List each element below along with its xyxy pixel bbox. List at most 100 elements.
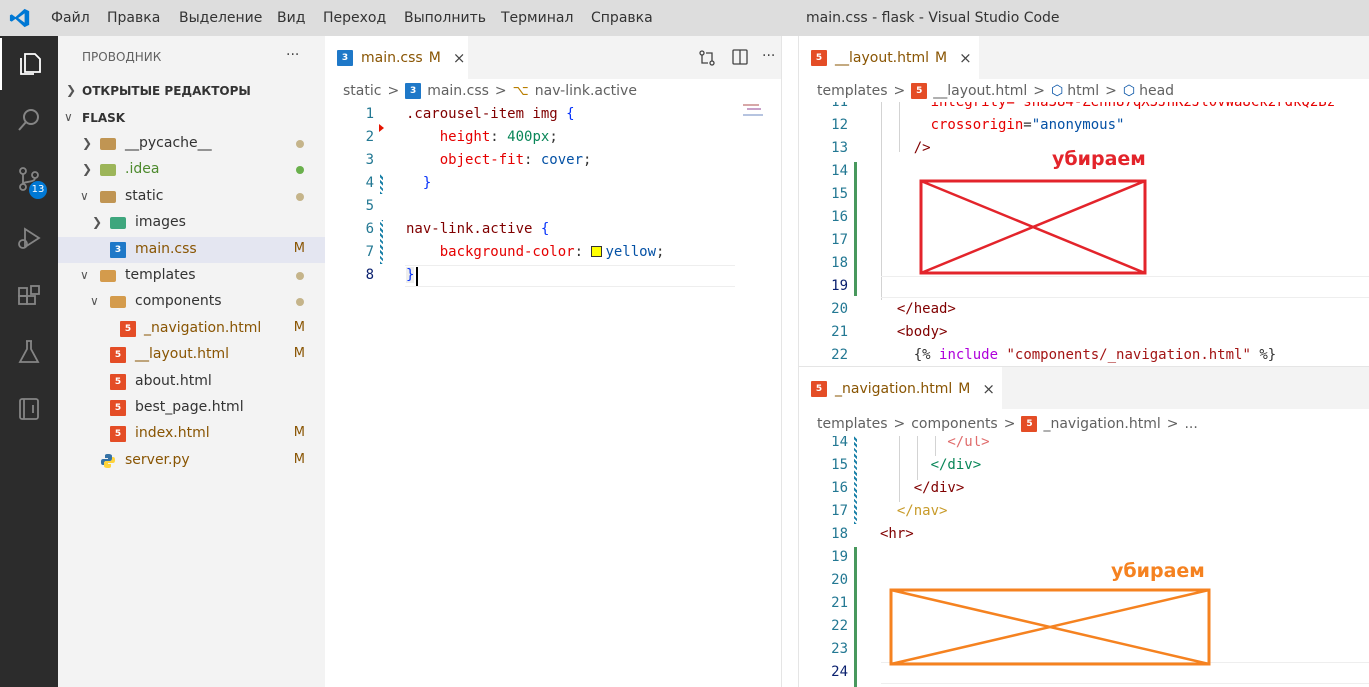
menu-selection[interactable]: Выделение — [179, 10, 262, 26]
navigation-editor[interactable]: 14 15 16 17 18 19 20 21 22 23 24 </ul> <… — [799, 436, 1369, 687]
crumb-item[interactable]: __layout.html — [933, 83, 1027, 99]
folder-icon — [100, 164, 116, 176]
symbol-class-icon: ⌥ — [512, 83, 529, 99]
close-icon[interactable]: × — [982, 380, 995, 398]
testing-icon[interactable] — [0, 326, 58, 378]
code-token: /> — [880, 140, 931, 156]
crumb-item[interactable]: static — [343, 83, 381, 99]
menu-help[interactable]: Справка — [591, 10, 653, 26]
extensions-icon[interactable] — [0, 271, 58, 323]
menu-edit[interactable]: Правка — [107, 10, 160, 26]
html-file-icon: 5 — [110, 347, 126, 363]
css-editor[interactable]: 1 2 3 4 5 6 7 8 .carousel-item img { hei… — [325, 102, 792, 687]
menu-view[interactable]: Вид — [277, 10, 305, 26]
tree-item-navigation-html[interactable]: 5 _navigation.html M — [58, 316, 325, 342]
close-icon[interactable]: × — [959, 49, 972, 67]
code-token: ; — [656, 244, 665, 260]
title-bar: Файл Правка Выделение Вид Переход Выполн… — [0, 0, 1369, 36]
code-token: : — [574, 244, 592, 260]
modified-lines-marker — [380, 220, 383, 264]
explorer-icon[interactable] — [0, 38, 58, 90]
modified-badge: M — [293, 241, 305, 256]
menu-terminal[interactable]: Терминал — [501, 10, 573, 26]
tree-item-label: index.html — [135, 425, 210, 441]
crumb-item[interactable]: templates — [817, 83, 888, 99]
tree-item-server-py[interactable]: server.py M — [58, 448, 325, 474]
tree-item-idea[interactable]: ❯ .idea — [58, 157, 325, 183]
menu-go[interactable]: Переход — [323, 10, 386, 26]
tab-main-css[interactable]: 3 main.css M × — [325, 36, 468, 79]
scm-badge: 13 — [29, 181, 47, 199]
crumb-item[interactable]: components — [911, 416, 998, 432]
tree-item-label: about.html — [135, 373, 212, 389]
html-file-icon: 5 — [110, 426, 126, 442]
chevron-right-icon: ❯ — [82, 162, 93, 176]
more-actions-icon[interactable]: ··· — [762, 48, 775, 64]
crumb-item[interactable]: _navigation.html — [1043, 416, 1160, 432]
crumb-separator: > — [494, 83, 507, 99]
line-number: 17 — [831, 232, 848, 248]
modified-lines-marker — [854, 436, 857, 524]
section-open-editors[interactable]: ❯ ОТКРЫТЫЕ РЕДАКТОРЫ — [58, 78, 325, 104]
more-actions-icon[interactable]: ··· — [286, 47, 299, 63]
open-changes-icon[interactable] — [698, 49, 716, 67]
chevron-right-icon: ❯ — [82, 136, 93, 150]
crumb-item[interactable]: head — [1139, 83, 1174, 99]
code-token: 400px — [507, 129, 550, 145]
modified-badge: M — [935, 49, 948, 66]
window-title: main.css - flask - Visual Studio Code — [806, 10, 1060, 26]
close-icon[interactable]: × — [453, 49, 466, 67]
chevron-right-icon: ❯ — [92, 215, 103, 229]
tree-item-static[interactable]: ∨ static — [58, 184, 325, 210]
line-number: 2 — [365, 129, 374, 145]
tree-item-layout-html[interactable]: 5 __layout.html M — [58, 342, 325, 368]
line-number: 15 — [831, 186, 848, 202]
code-token: : — [524, 152, 541, 168]
menu-file[interactable]: Файл — [51, 10, 90, 26]
menu-run[interactable]: Выполнить — [404, 10, 486, 26]
color-swatch[interactable] — [591, 246, 603, 257]
code-token: yellow — [605, 244, 657, 260]
code-token: = — [1023, 117, 1032, 133]
code-token: ; — [583, 152, 592, 168]
tree-item-label: components — [135, 293, 222, 309]
crumb-item[interactable]: main.css — [427, 83, 489, 99]
code-token: "anonymous" — [1031, 117, 1125, 133]
section-workspace[interactable]: ∨ FLASK — [58, 105, 325, 131]
css-file-icon: 3 — [337, 49, 353, 66]
code-token: crossorigin — [880, 117, 1024, 133]
crumb-item[interactable]: nav-link.active — [535, 83, 637, 99]
breadcrumb: templates > 5 __layout.html > ⬡ html > ⬡… — [817, 80, 1180, 102]
source-control-icon[interactable]: 13 — [0, 153, 58, 205]
tab-layout-html[interactable]: 5 __layout.html M × — [799, 36, 979, 79]
minimap[interactable] — [743, 102, 783, 126]
tree-item-main-css[interactable]: 3 main.css M — [58, 237, 325, 263]
breadcrumb: static > 3 main.css > ⌥ nav-link.active — [343, 80, 643, 102]
chevron-down-icon: ∨ — [90, 294, 99, 308]
section-label: ОТКРЫТЫЕ РЕДАКТОРЫ — [82, 84, 251, 98]
line-number: 23 — [831, 641, 848, 657]
tree-item-components[interactable]: ∨ components — [58, 289, 325, 315]
split-editor-icon[interactable] — [731, 48, 749, 66]
tree-item-label: main.css — [135, 241, 197, 257]
vertical-scrollbar[interactable] — [781, 36, 799, 687]
tree-item-best-page-html[interactable]: 5 best_page.html — [58, 395, 325, 421]
tab-navigation-html[interactable]: 5 _navigation.html M × — [799, 367, 1002, 410]
layout-editor[interactable]: 11 12 13 14 15 16 17 18 19 20 21 22 inte… — [799, 102, 1369, 366]
line-number: 19 — [831, 278, 848, 294]
tree-item-pycache[interactable]: ❯ __pycache__ — [58, 131, 325, 157]
breadcrumb: templates > components > 5 _navigation.h… — [817, 413, 1204, 435]
crumb-item[interactable]: html — [1067, 83, 1099, 99]
remote-explorer-icon[interactable] — [0, 383, 58, 435]
tree-item-images[interactable]: ❯ images — [58, 210, 325, 236]
tree-item-about-html[interactable]: 5 about.html — [58, 369, 325, 395]
run-debug-icon[interactable] — [0, 212, 58, 264]
crossed-out-box-icon — [919, 179, 1147, 275]
tree-item-templates[interactable]: ∨ templates — [58, 263, 325, 289]
crumb-item[interactable]: templates — [817, 416, 888, 432]
crumb-item[interactable]: ... — [1184, 416, 1197, 432]
search-icon[interactable] — [0, 94, 58, 146]
added-lines-marker — [854, 162, 857, 296]
tree-item-index-html[interactable]: 5 index.html M — [58, 421, 325, 447]
modified-lines-marker — [380, 174, 383, 194]
